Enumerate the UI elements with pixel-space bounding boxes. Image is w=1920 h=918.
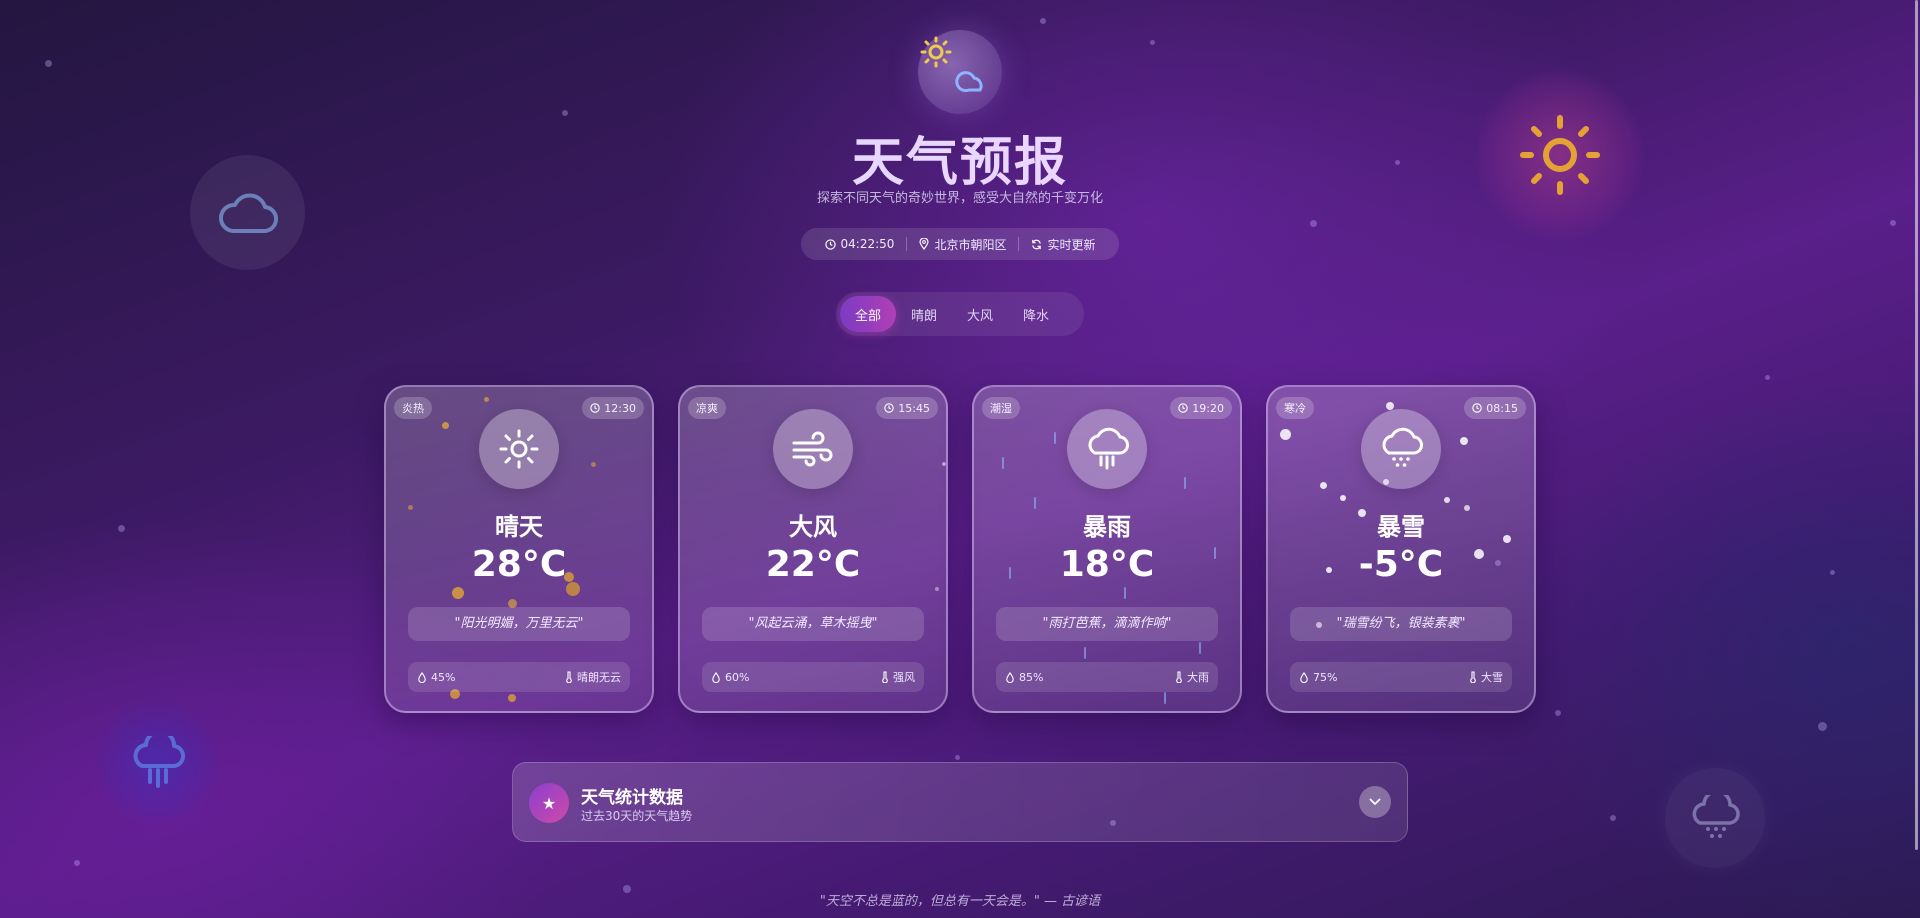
clock-icon [824, 238, 836, 250]
tab-precipitation[interactable]: 降水 [1008, 296, 1064, 332]
weather-stats-panel[interactable]: ★ 天气统计数据 过去30天的天气趋势 [512, 762, 1408, 842]
clock-segment: 04:22:50 [813, 237, 907, 251]
refresh-label: 实时更新 [1047, 237, 1096, 252]
weather-card-sunny[interactable]: 炎热 12:30 晴天 28°C "阳光明媚，万里无云" 45% 晴朗无云 [384, 385, 654, 713]
snow-icon [1361, 409, 1441, 489]
hero-weather-icon [918, 30, 1002, 114]
card-time: 19:20 [1192, 401, 1224, 415]
card-time-badge: 15:45 [876, 397, 938, 419]
sun-icon [479, 409, 559, 489]
temperature: 28°C [471, 544, 567, 585]
card-time: 12:30 [604, 401, 636, 415]
weather-quote: "风起云涌，草木摇曳" [702, 607, 924, 641]
card-time: 08:15 [1486, 401, 1518, 415]
weather-card-rain[interactable]: 潮湿 19:20 暴雨 18°C "雨打芭蕉，滴滴作响" 85% 大雨 [972, 385, 1242, 713]
card-time-badge: 08:15 [1464, 397, 1526, 419]
humidity-value: 45% [431, 670, 456, 684]
humidity-icon [418, 671, 426, 683]
humidity-icon [712, 671, 720, 683]
current-time: 04:22:50 [840, 237, 895, 251]
temperature: -5°C [1358, 544, 1444, 585]
location-pin-icon [919, 238, 930, 250]
card-tag: 潮湿 [982, 397, 1020, 419]
refresh-segment[interactable]: 实时更新 [1019, 236, 1107, 253]
card-time: 15:45 [898, 401, 930, 415]
card-footer: 85% 大雨 [996, 662, 1218, 692]
star-icon: ★ [529, 783, 569, 823]
card-footer: 45% 晴朗无云 [408, 662, 630, 692]
weather-card-windy[interactable]: 凉爽 15:45 大风 22°C "风起云涌，草木摇曳" 60% 强风 [678, 385, 948, 713]
humidity-icon [1300, 671, 1308, 683]
refresh-icon [1032, 239, 1042, 249]
rain-icon [1067, 409, 1147, 489]
card-time-badge: 12:30 [582, 397, 644, 419]
weather-desc: 晴朗无云 [577, 671, 621, 684]
clock-icon [884, 403, 895, 413]
thermometer-icon [882, 671, 888, 683]
card-footer: 60% 强风 [702, 662, 924, 692]
temperature: 18°C [1059, 544, 1155, 585]
clock-icon [590, 403, 601, 413]
info-bar: 04:22:50 北京市朝阳区 实时更新 [801, 228, 1119, 260]
stats-subtitle: 过去30天的天气趋势 [581, 809, 693, 823]
chevron-down-icon [1369, 798, 1381, 805]
weather-card-snow[interactable]: 寒冷 08:15 暴雪 -5°C "瑞雪纷飞，银装素裹" 75% 大雪 [1266, 385, 1536, 713]
location-segment[interactable]: 北京市朝阳区 [907, 236, 1018, 253]
weather-name: 暴雪 [1377, 513, 1425, 541]
deco-snow-icon [1665, 768, 1765, 868]
tab-windy[interactable]: 大风 [952, 296, 1008, 332]
weather-name: 晴天 [495, 513, 543, 541]
humidity-value: 85% [1019, 670, 1044, 684]
clock-icon [1178, 403, 1189, 413]
thermometer-icon [1470, 671, 1476, 683]
page-title: 天气预报 [0, 120, 1920, 195]
weather-desc: 大雪 [1481, 671, 1503, 684]
tab-all[interactable]: 全部 [840, 296, 897, 332]
weather-quote: "雨打芭蕉，滴滴作响" [996, 607, 1218, 641]
stats-title: 天气统计数据 [581, 788, 683, 808]
weather-quote: "瑞雪纷飞，银装素裹" [1290, 607, 1512, 641]
weather-desc: 大雨 [1187, 671, 1209, 684]
card-footer: 75% 大雪 [1290, 662, 1512, 692]
weather-desc: 强风 [893, 671, 915, 684]
weather-name: 暴雨 [1083, 513, 1131, 541]
humidity-icon [1006, 671, 1014, 683]
page-subtitle: 探索不同天气的奇妙世界，感受大自然的千变万化 [816, 191, 1103, 206]
footer-quote: "天空不总是蓝的，但总有一天会是。" — 古谚语 [819, 894, 1101, 909]
humidity-value: 60% [725, 670, 750, 684]
weather-name: 大风 [789, 513, 837, 541]
thermometer-icon [566, 671, 572, 683]
card-time-badge: 19:20 [1170, 397, 1232, 419]
deco-rain-icon [95, 700, 220, 825]
weather-quote: "阳光明媚，万里无云" [408, 607, 630, 641]
wind-icon [773, 409, 853, 489]
card-tag: 寒冷 [1276, 397, 1314, 419]
card-tag: 凉爽 [688, 397, 726, 419]
expand-stats-button[interactable] [1359, 786, 1391, 818]
temperature: 22°C [765, 544, 861, 585]
tab-sunny[interactable]: 晴朗 [896, 296, 952, 332]
humidity-value: 75% [1313, 670, 1338, 684]
clock-icon [1472, 403, 1483, 413]
filter-tabs: 全部 晴朗 大风 降水 [836, 292, 1084, 336]
location-label: 北京市朝阳区 [934, 237, 1007, 252]
card-tag: 炎热 [394, 397, 432, 419]
thermometer-icon [1176, 671, 1182, 683]
